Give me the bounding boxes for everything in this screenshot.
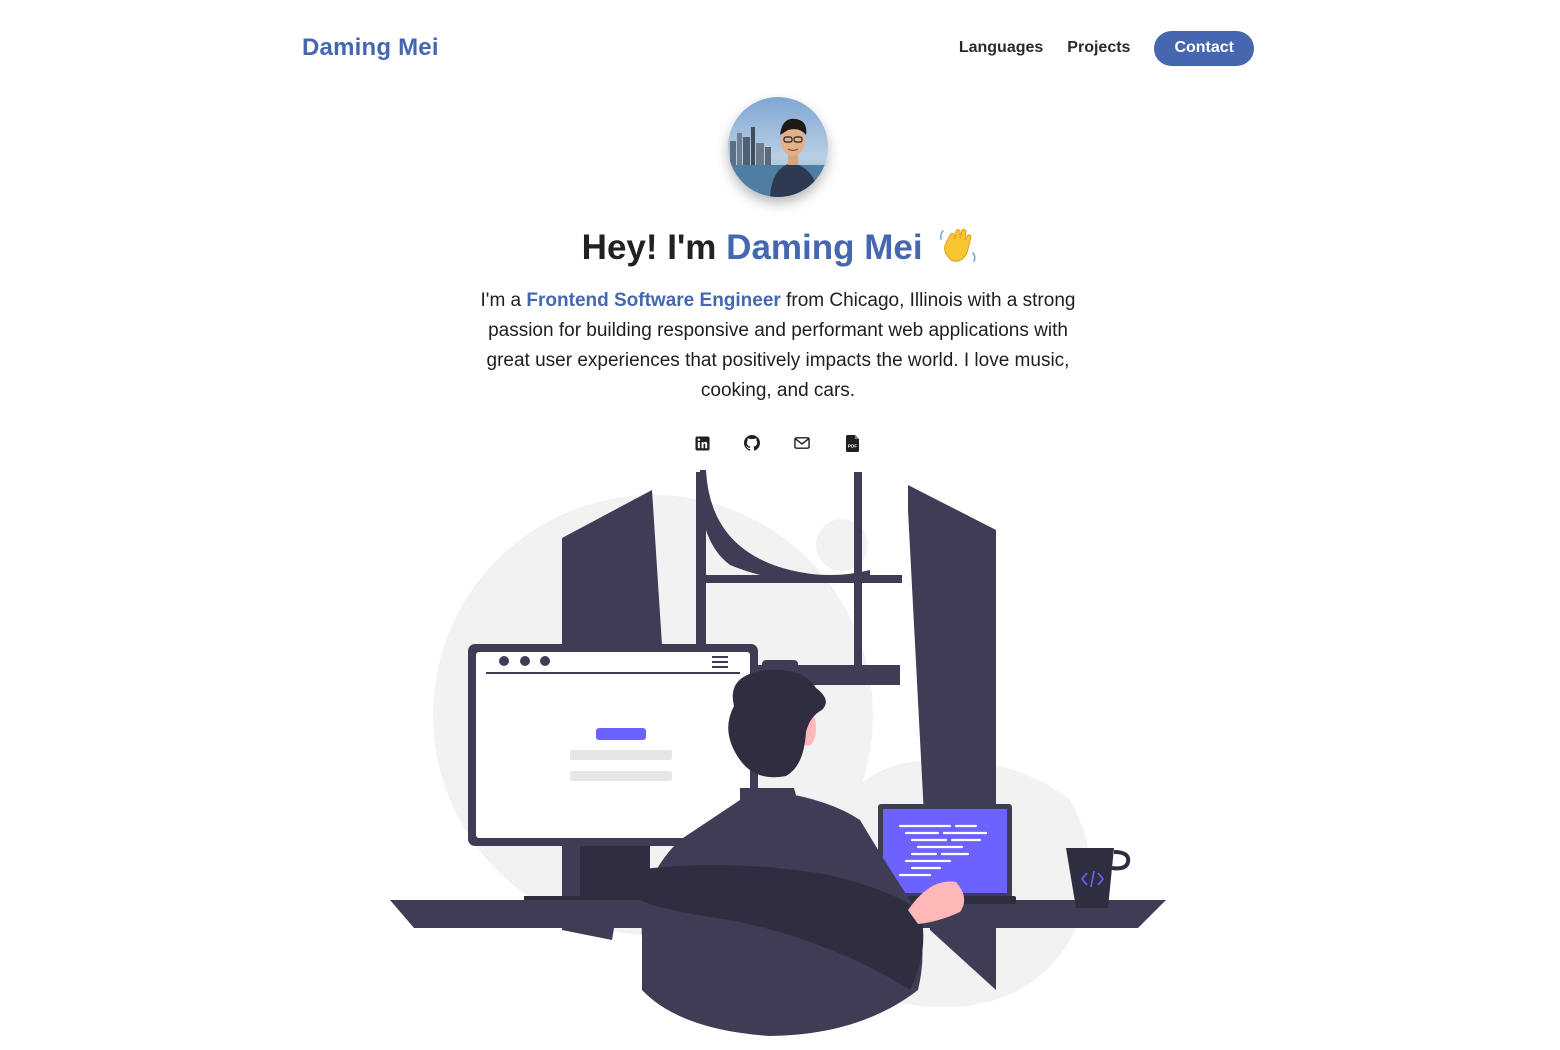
monitor-screen: [476, 652, 750, 838]
person-neck: [740, 788, 800, 814]
avatar-photo: [728, 97, 828, 197]
pdf-icon[interactable]: PDF: [844, 434, 860, 452]
window-dot-1: [499, 656, 509, 666]
hero-bio: I'm a Frontend Software Engineer from Ch…: [480, 286, 1076, 406]
menu-line-2: [712, 661, 728, 663]
menu-line-3: [712, 666, 728, 668]
window-dot-3: [540, 656, 550, 666]
social-links: PDF: [694, 434, 860, 452]
bio-prefix: I'm a: [480, 290, 522, 311]
screen-line-1: [570, 750, 672, 760]
linkedin-icon[interactable]: [694, 434, 710, 452]
bio-role: Frontend Software Engineer: [526, 290, 781, 311]
window-dot-2: [520, 656, 530, 666]
contact-button[interactable]: Contact: [1154, 30, 1254, 66]
waving-hand-icon: [938, 225, 978, 278]
hero-name: Daming Mei: [726, 228, 923, 267]
laptop-screen: [883, 809, 1007, 893]
github-icon[interactable]: [744, 434, 760, 452]
avatar: [728, 97, 828, 197]
hero-title: Hey! I'm Daming Mei: [0, 224, 1560, 278]
mug-handle: [1111, 850, 1131, 871]
svg-text:PDF: PDF: [847, 443, 856, 448]
nav-languages[interactable]: Languages: [959, 39, 1043, 57]
logo-link[interactable]: Daming Mei: [302, 34, 439, 62]
window-frame-mid: [854, 472, 862, 670]
developer-illustration: [390, 470, 1166, 1036]
screen-divider: [486, 672, 740, 674]
page: Daming Mei Languages Projects Contact He…: [0, 0, 1560, 1050]
main-nav: Languages Projects Contact: [959, 30, 1254, 66]
screen-button: [596, 728, 646, 740]
hero-greeting: Hey! I'm: [581, 228, 717, 267]
menu-line-1: [712, 656, 728, 658]
screen-line-2: [570, 771, 672, 781]
nav-projects[interactable]: Projects: [1067, 39, 1130, 57]
site-header: Daming Mei Languages Projects Contact: [302, 28, 1254, 68]
mail-icon[interactable]: [794, 434, 810, 452]
